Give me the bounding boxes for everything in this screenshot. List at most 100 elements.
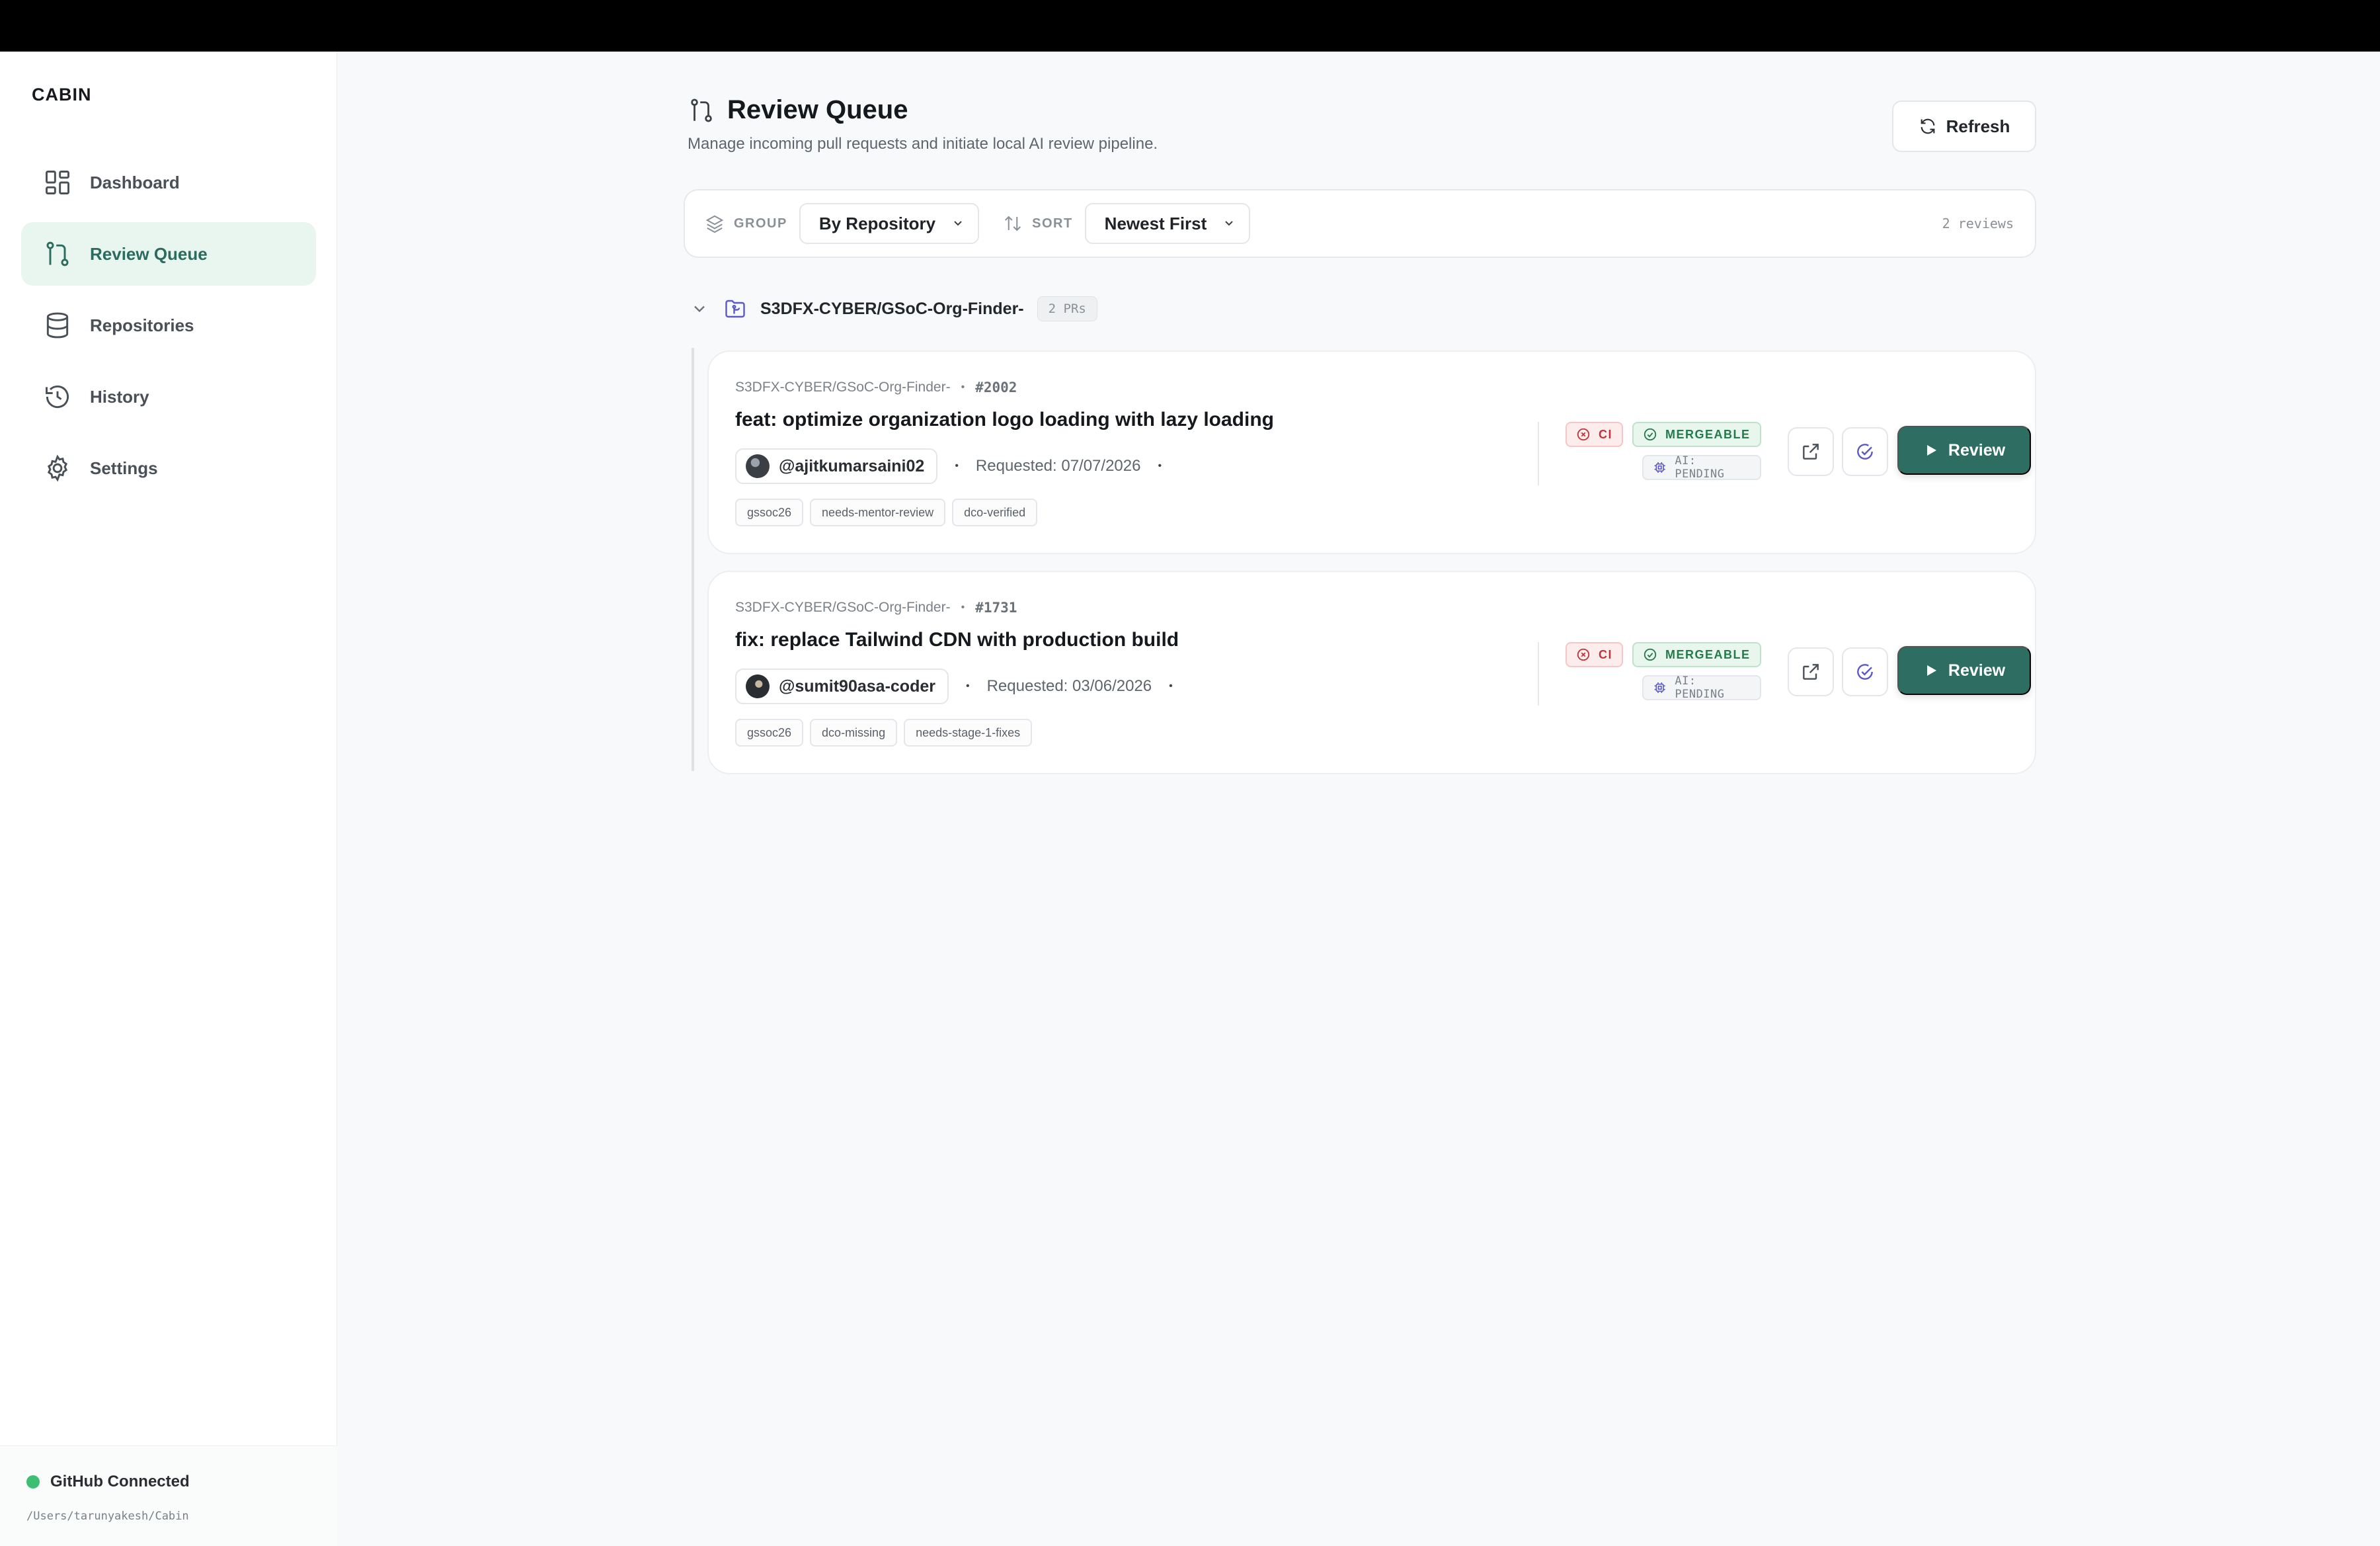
mark-reviewed-button[interactable] (1842, 647, 1888, 696)
tag: needs-stage-1-fixes (904, 719, 1033, 747)
tag: gssoc26 (735, 499, 804, 526)
tag-list: gssoc26 dco-missing needs-stage-1-fixes (735, 719, 1039, 747)
sort-icon (1005, 216, 1021, 231)
tag: dco-missing (810, 719, 898, 747)
cpu-icon (1654, 462, 1665, 473)
git-pull-request-icon (42, 239, 73, 269)
check-circle-icon (1644, 428, 1657, 441)
chevron-down-icon (1225, 221, 1233, 226)
pr-title[interactable]: fix: replace Tailwind CDN with productio… (735, 629, 1179, 651)
sort-select[interactable]: Newest First (1084, 203, 1251, 244)
tag: gssoc26 (735, 719, 804, 747)
pr-repo: S3DFX-CYBER/GSoC-Org-Finder- (735, 600, 951, 615)
ai-status-badge: AI: PENDING (1642, 454, 1761, 481)
divider (1538, 642, 1539, 706)
x-circle-icon (1577, 428, 1590, 441)
pr-author-row: @ajitkumarsaini02 • Requested: 07/07/202… (735, 448, 1179, 484)
external-link-icon (1803, 444, 1819, 460)
layers-icon (705, 215, 724, 233)
window-top-bar (0, 0, 2380, 52)
group-label: GROUP (705, 214, 787, 233)
dashboard-icon (42, 167, 73, 198)
divider (1538, 422, 1539, 485)
sidebar-item-history[interactable]: History (21, 365, 316, 428)
check-circle-icon (1857, 664, 1873, 680)
review-button[interactable]: Review (1897, 426, 2031, 475)
requested-date: Requested: 07/07/2026 (975, 457, 1141, 475)
tag: dco-verified (952, 499, 1038, 526)
author-chip[interactable]: @ajitkumarsaini02 (735, 448, 938, 484)
status-badges: CI MERGEABLE AI: PENDING (1566, 642, 1770, 701)
workspace-path: /Users/tarunyakesh/Cabin (26, 1510, 189, 1523)
pr-card[interactable]: S3DFX-CYBER/GSoC-Org-Finder- • #1731 fix… (707, 571, 2036, 774)
group-select[interactable]: By Repository (799, 203, 980, 244)
group-select-value: By Repository (818, 213, 936, 233)
chevron-down-icon (954, 221, 962, 226)
status-badges: CI MERGEABLE AI: PENDING (1566, 422, 1770, 481)
refresh-button[interactable]: Refresh (1892, 101, 2036, 152)
check-circle-icon (1857, 444, 1873, 460)
refresh-icon (1921, 118, 1934, 134)
author-chip[interactable]: @sumit90asa-coder (735, 669, 949, 704)
author-name: @ajitkumarsaini02 (779, 456, 925, 475)
sidebar-item-label: Settings (90, 458, 158, 478)
page-title: Review Queue (727, 95, 908, 124)
x-circle-icon (1577, 648, 1590, 661)
play-icon (1926, 445, 1936, 456)
sidebar-item-label: Dashboard (90, 172, 180, 192)
pr-number: #2002 (975, 380, 1017, 395)
mergeable-badge: MERGEABLE (1632, 642, 1761, 667)
github-status: GitHub Connected (26, 1473, 190, 1491)
pr-title[interactable]: feat: optimize organization logo loading… (735, 409, 1274, 431)
title-row: Review Queue (688, 95, 908, 125)
avatar (746, 454, 770, 478)
github-status-label: GitHub Connected (50, 1473, 190, 1490)
avatar (746, 674, 770, 698)
sidebar-item-dashboard[interactable]: Dashboard (21, 151, 316, 214)
open-external-button[interactable] (1788, 427, 1834, 476)
sidebar-item-repositories[interactable]: Repositories (21, 294, 316, 357)
pr-card[interactable]: S3DFX-CYBER/GSoC-Org-Finder- • #2002 fea… (707, 350, 2036, 554)
review-count: 2 reviews (1942, 216, 2014, 231)
filter-toolbar: GROUP By Repository SORT Newest First 2 … (684, 189, 2036, 258)
ci-status-badge: CI (1566, 422, 1623, 447)
pr-meta: S3DFX-CYBER/GSoC-Org-Finder- • #2002 (735, 380, 1017, 395)
sidebar: CABIN Dashboard Review Queue Repositorie… (0, 52, 337, 1546)
sort-select-value: Newest First (1104, 213, 1207, 233)
mergeable-badge: MERGEABLE (1632, 422, 1761, 447)
mark-reviewed-button[interactable] (1842, 427, 1888, 476)
repo-folder-icon (725, 300, 745, 318)
ci-status-badge: CI (1566, 642, 1623, 667)
brand-logo: CABIN (32, 85, 92, 104)
sidebar-footer: GitHub Connected /Users/tarunyakesh/Cabi… (0, 1445, 337, 1546)
sidebar-item-settings[interactable]: Settings (21, 436, 316, 500)
open-external-button[interactable] (1788, 647, 1834, 696)
external-link-icon (1803, 664, 1819, 680)
repo-group-header[interactable]: S3DFX-CYBER/GSoC-Org-Finder- 2 PRs (690, 296, 1097, 321)
pr-count-badge: 2 PRs (1037, 296, 1097, 321)
pr-meta: S3DFX-CYBER/GSoC-Org-Finder- • #1731 (735, 600, 1017, 616)
git-pull-request-icon (691, 98, 712, 122)
pr-number: #1731 (975, 600, 1017, 616)
sidebar-item-label: History (90, 386, 149, 407)
sort-label: SORT (1003, 214, 1073, 233)
pr-author-row: @sumit90asa-coder • Requested: 03/06/202… (735, 669, 1190, 704)
repo-group-name: S3DFX-CYBER/GSoC-Org-Finder- (760, 299, 1024, 318)
page-header: Review Queue Manage incoming pull reques… (684, 52, 2036, 184)
refresh-label: Refresh (1946, 116, 2010, 136)
sidebar-item-label: Review Queue (90, 243, 208, 264)
sidebar-item-label: Repositories (90, 315, 194, 335)
group-guide-line (692, 348, 694, 771)
chevron-down-icon[interactable] (690, 300, 709, 318)
author-name: @sumit90asa-coder (779, 676, 935, 696)
main-content: Review Queue Manage incoming pull reques… (684, 52, 2036, 774)
ai-status-badge: AI: PENDING (1642, 674, 1761, 701)
requested-date: Requested: 03/06/2026 (986, 677, 1152, 695)
status-dot-icon (26, 1475, 40, 1488)
play-icon (1926, 665, 1936, 676)
cpu-icon (1654, 682, 1665, 694)
page-subtitle: Manage incoming pull requests and initia… (688, 135, 1158, 153)
pr-repo: S3DFX-CYBER/GSoC-Org-Finder- (735, 380, 951, 395)
sidebar-item-review-queue[interactable]: Review Queue (21, 222, 316, 286)
review-button[interactable]: Review (1897, 646, 2031, 695)
